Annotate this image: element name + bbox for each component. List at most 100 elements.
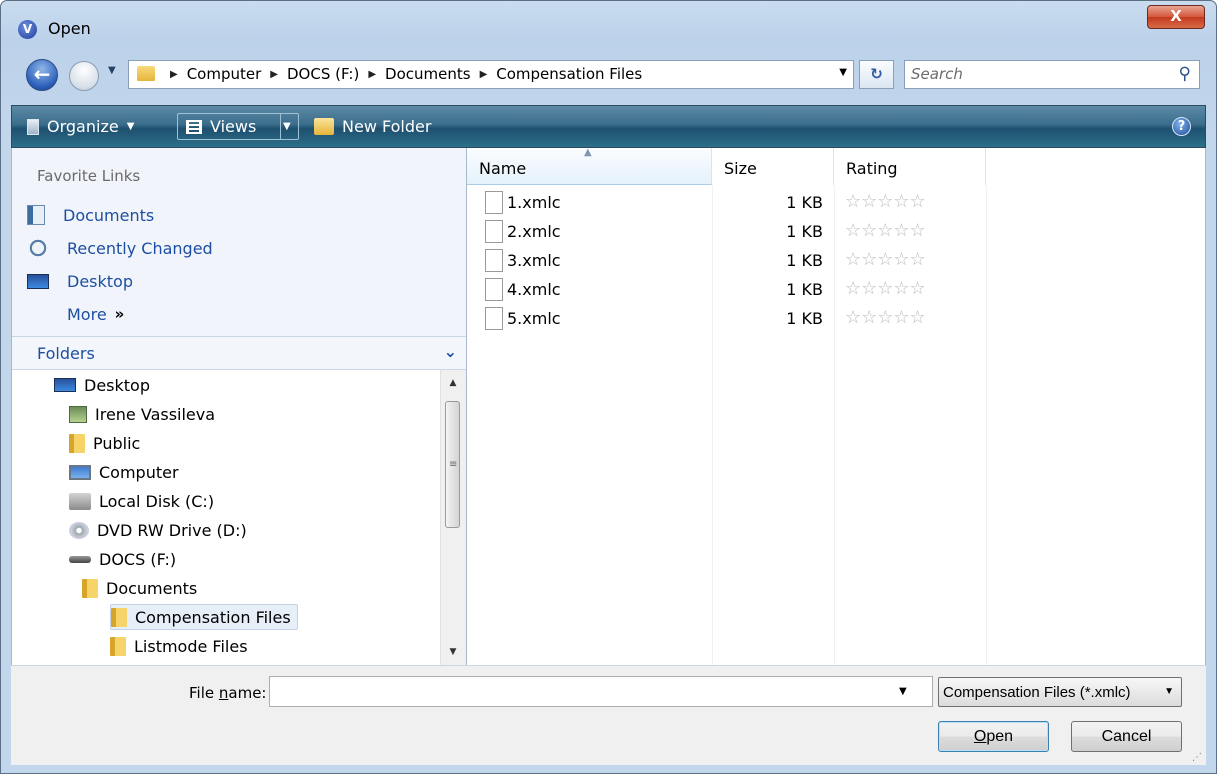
- folder-icon: [110, 636, 126, 656]
- address-bar[interactable]: ▶ Computer ▶ DOCS (F:) ▶ Documents ▶ Compensati…: [128, 60, 854, 89]
- file-icon: [485, 191, 503, 214]
- search-icon[interactable]: ⚲: [1179, 64, 1191, 84]
- tree-item[interactable]: Computer: [69, 459, 179, 485]
- computer-icon: [69, 464, 91, 480]
- folder-icon: [111, 607, 127, 627]
- column-header-name[interactable]: ▲ Name: [467, 147, 712, 185]
- breadcrumb-item[interactable]: Compensation Files: [496, 65, 642, 83]
- tree-item-label: Documents: [106, 578, 198, 598]
- scrollbar-thumb[interactable]: ≡: [445, 401, 460, 528]
- rating-stars[interactable]: ☆☆☆☆☆: [845, 249, 926, 270]
- views-dropdown-button[interactable]: ▼: [283, 106, 291, 147]
- rating-stars[interactable]: ☆☆☆☆☆: [845, 278, 926, 299]
- tree-item[interactable]: Irene Vassileva: [69, 401, 215, 427]
- file-row[interactable]: 1.xmlc 1 KB ☆☆☆☆☆: [467, 188, 987, 217]
- file-row[interactable]: 3.xmlc 1 KB ☆☆☆☆☆: [467, 246, 987, 275]
- views-label: Views: [210, 117, 257, 136]
- folder-tree-scrollbar[interactable]: ▲ ≡ ▼: [440, 370, 466, 665]
- breadcrumb-separator-icon[interactable]: ▶: [270, 69, 278, 80]
- rating-stars[interactable]: ☆☆☆☆☆: [845, 191, 926, 212]
- file-row[interactable]: 5.xmlc 1 KB ☆☆☆☆☆: [467, 304, 987, 333]
- tree-item[interactable]: Desktop: [54, 372, 150, 398]
- scroll-down-arrow-icon[interactable]: ▼: [441, 643, 465, 661]
- file-size: 1 KB: [786, 222, 823, 241]
- file-name: 2.xmlc: [507, 222, 561, 241]
- file-name: 4.xmlc: [507, 280, 561, 299]
- column-header-label: Size: [724, 159, 757, 178]
- cancel-button[interactable]: Cancel: [1071, 721, 1182, 752]
- file-name: 5.xmlc: [507, 309, 561, 328]
- breadcrumb-item[interactable]: Computer: [187, 65, 262, 83]
- resize-grip-icon[interactable]: ⋰: [1192, 752, 1202, 763]
- more-label: More: [67, 304, 107, 324]
- tree-item-label: Computer: [99, 462, 179, 482]
- tree-item[interactable]: DOCS (F:): [69, 546, 176, 572]
- new-folder-button[interactable]: New Folder: [314, 106, 431, 147]
- file-icon: [485, 278, 503, 301]
- column-header-rating[interactable]: Rating: [834, 148, 986, 185]
- file-icon: [485, 249, 503, 272]
- breadcrumb-separator-icon[interactable]: ▶: [480, 69, 488, 80]
- breadcrumb-item[interactable]: Documents: [385, 65, 471, 83]
- documents-icon: [27, 205, 45, 225]
- tree-item[interactable]: Documents: [82, 575, 197, 601]
- chevron-down-icon[interactable]: ⌄: [444, 342, 457, 361]
- views-button[interactable]: Views: [186, 106, 256, 147]
- back-button[interactable]: ←: [26, 59, 58, 91]
- folder-tree: Desktop Irene Vassileva Public Computer Loca…: [12, 370, 440, 665]
- bottom-panel: File name: ▼ Compensation Files (*.xmlc)…: [11, 665, 1206, 765]
- breadcrumb-separator-icon[interactable]: ▶: [368, 69, 376, 80]
- tree-item[interactable]: Local Disk (C:): [69, 488, 214, 514]
- command-bar: Organize ▼ Views ▼ New Folder ?: [11, 105, 1206, 148]
- navigation-pane: Favorite Links Documents Recently Change…: [11, 148, 467, 665]
- file-row[interactable]: 2.xmlc 1 KB ☆☆☆☆☆: [467, 217, 987, 246]
- favorite-links-more[interactable]: More »: [67, 301, 124, 327]
- favorite-link-recently-changed[interactable]: Recently Changed: [27, 235, 213, 261]
- search-input[interactable]: [911, 64, 1161, 84]
- folder-icon: [82, 578, 98, 598]
- breadcrumb-separator-icon[interactable]: ▶: [170, 69, 178, 80]
- file-name: 3.xmlc: [507, 251, 561, 270]
- folders-label: Folders: [37, 344, 95, 363]
- favorite-link-documents[interactable]: Documents: [27, 202, 154, 228]
- close-button[interactable]: X: [1147, 5, 1205, 29]
- column-header-label: Rating: [846, 159, 898, 178]
- file-icon: [485, 307, 503, 330]
- breadcrumb-item[interactable]: DOCS (F:): [287, 65, 359, 83]
- views-divider: [280, 114, 281, 139]
- tree-item[interactable]: Compensation Files: [110, 604, 298, 630]
- chevron-down-icon: ▼: [283, 121, 291, 132]
- file-type-filter-select[interactable]: Compensation Files (*.xmlc) ▼: [938, 677, 1182, 707]
- organize-icon: [27, 118, 39, 135]
- open-button[interactable]: Open: [938, 721, 1049, 752]
- scroll-up-arrow-icon[interactable]: ▲: [441, 374, 465, 392]
- address-dropdown-icon[interactable]: ▼: [839, 67, 847, 78]
- forward-button[interactable]: [69, 61, 99, 91]
- search-box[interactable]: ⚲: [904, 60, 1200, 89]
- sort-ascending-icon: ▲: [584, 147, 592, 158]
- help-icon[interactable]: ?: [1172, 117, 1191, 136]
- file-list: ▲ Name Size Rating 1.xmlc 1 KB ☆☆☆☆☆ 2.xmlc…: [467, 147, 1206, 665]
- tree-item[interactable]: Listmode Files: [110, 633, 248, 659]
- column-header-size[interactable]: Size: [712, 148, 834, 185]
- refresh-button[interactable]: ↻: [859, 60, 894, 89]
- folders-header[interactable]: Folders ⌄: [12, 336, 466, 370]
- rating-stars[interactable]: ☆☆☆☆☆: [845, 307, 926, 328]
- history-dropdown-icon[interactable]: ▼: [108, 65, 116, 76]
- file-size: 1 KB: [786, 193, 823, 212]
- views-icon: [186, 119, 202, 134]
- organize-button[interactable]: Organize ▼: [27, 106, 134, 147]
- file-size: 1 KB: [786, 309, 823, 328]
- rating-stars[interactable]: ☆☆☆☆☆: [845, 220, 926, 241]
- tree-item[interactable]: DVD RW Drive (D:): [69, 517, 247, 543]
- title-bar[interactable]: V Open X: [1, 1, 1216, 53]
- drive-icon: [69, 555, 91, 563]
- file-name-dropdown-icon[interactable]: ▼: [899, 686, 907, 697]
- tree-item[interactable]: Public: [69, 430, 140, 456]
- file-name: 1.xmlc: [507, 193, 561, 212]
- favorite-link-desktop[interactable]: Desktop: [27, 268, 133, 294]
- grip-icon: ≡: [449, 459, 458, 470]
- file-name-input[interactable]: [269, 676, 933, 707]
- folder-icon: [69, 433, 85, 453]
- file-row[interactable]: 4.xmlc 1 KB ☆☆☆☆☆: [467, 275, 987, 304]
